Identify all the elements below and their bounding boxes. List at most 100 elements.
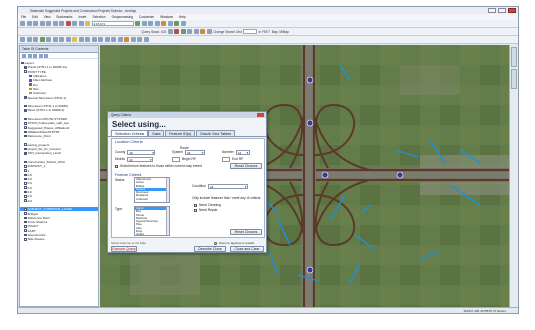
close-and-clear-button[interactable]: Close and Clear bbox=[230, 246, 264, 252]
reset-feature-button[interactable]: Reset Choices bbox=[230, 229, 262, 235]
close-button[interactable] bbox=[508, 8, 516, 13]
search-icon[interactable] bbox=[154, 21, 160, 26]
query-run-icon[interactable] bbox=[180, 29, 186, 34]
layer-visibility-checkbox[interactable] bbox=[24, 96, 27, 99]
layer-visibility-checkbox[interactable] bbox=[24, 70, 27, 74]
menu-customize[interactable]: Customize bbox=[139, 15, 154, 19]
zoom-radio[interactable] bbox=[214, 241, 217, 245]
query-zoom-icon[interactable] bbox=[206, 29, 212, 34]
new-icon[interactable] bbox=[20, 21, 25, 26]
listbox-option[interactable]: Outlet bbox=[135, 233, 169, 235]
layer-visibility-checkbox[interactable] bbox=[24, 173, 27, 177]
describe-close-button[interactable]: Describe Close bbox=[194, 246, 226, 252]
county-select[interactable]: All bbox=[127, 150, 156, 155]
back-extent-icon[interactable] bbox=[59, 37, 64, 42]
dialog-close-button[interactable] bbox=[257, 113, 264, 117]
select-elements-icon[interactable] bbox=[85, 37, 90, 42]
cut-icon[interactable] bbox=[46, 21, 51, 26]
status-listbox[interactable]: Abandoned Active Bridge Closed Removed Replac… bbox=[134, 177, 170, 203]
layer-visibility-checkbox[interactable] bbox=[24, 177, 27, 181]
layer-visibility-checkbox[interactable] bbox=[24, 164, 27, 168]
arctoolbox-icon[interactable] bbox=[161, 21, 166, 26]
pan-icon[interactable] bbox=[33, 37, 38, 42]
save-icon[interactable] bbox=[33, 21, 38, 26]
list-by-source-icon[interactable] bbox=[27, 53, 32, 58]
menu-help[interactable]: Help bbox=[179, 15, 186, 19]
search-dock-tab[interactable] bbox=[511, 69, 517, 89]
tab-oracle-geo-tables[interactable]: Oracle Geo Tables bbox=[195, 130, 236, 136]
need-cleaning-checkbox[interactable] bbox=[194, 203, 197, 207]
district-select[interactable]: All bbox=[127, 157, 154, 162]
listbox-scrollbar[interactable] bbox=[166, 178, 169, 202]
layer-visibility-checkbox[interactable] bbox=[24, 160, 27, 164]
menu-selection[interactable]: Selection bbox=[92, 15, 105, 19]
fixed-zoom-out-icon[interactable] bbox=[52, 37, 58, 42]
zoom-in-icon[interactable] bbox=[20, 37, 25, 42]
menu-insert[interactable]: Insert bbox=[78, 15, 86, 19]
fixed-zoom-in-icon[interactable] bbox=[46, 37, 51, 42]
map-scale-input[interactable]: 1:15,971 bbox=[91, 21, 134, 26]
zoom-out-icon[interactable] bbox=[26, 37, 32, 42]
number-select[interactable]: All bbox=[235, 150, 250, 155]
menu-windows[interactable]: Windows bbox=[160, 15, 173, 19]
route-icon[interactable] bbox=[124, 37, 129, 42]
layer-visibility-checkbox[interactable] bbox=[24, 195, 27, 198]
layer-visibility-checkbox[interactable] bbox=[24, 212, 27, 215]
type-listbox[interactable]: Apron Box Flume Manhole Special Structure Pip… bbox=[134, 206, 170, 236]
full-extent-icon[interactable] bbox=[39, 37, 45, 42]
menu-file[interactable]: File bbox=[21, 15, 26, 19]
table-icon[interactable] bbox=[141, 21, 147, 26]
layer-visibility-checkbox[interactable] bbox=[24, 190, 27, 194]
minimize-button[interactable] bbox=[488, 8, 496, 13]
goto-xy-icon[interactable] bbox=[130, 37, 136, 42]
layer-visibility-checkbox[interactable] bbox=[24, 233, 27, 237]
execute-query-button[interactable]: Execute Query bbox=[111, 246, 137, 252]
identify-icon[interactable] bbox=[91, 37, 97, 42]
list-by-visibility-icon[interactable] bbox=[33, 53, 37, 58]
maximize-button[interactable] bbox=[498, 8, 506, 13]
python-icon[interactable] bbox=[167, 21, 173, 26]
begin-rp-input[interactable] bbox=[172, 157, 180, 162]
tab-feature-ids[interactable]: Feature ID(s) bbox=[164, 130, 196, 136]
hyperlink-icon[interactable] bbox=[98, 37, 103, 42]
list-by-drawing-order-icon[interactable] bbox=[22, 53, 26, 58]
undo-icon[interactable] bbox=[72, 21, 77, 26]
paste-icon[interactable] bbox=[59, 21, 64, 26]
print-icon[interactable] bbox=[39, 21, 45, 26]
layer-visibility-checkbox[interactable] bbox=[24, 216, 27, 220]
menu-edit[interactable]: Edit bbox=[32, 15, 38, 19]
query-forward-icon[interactable] bbox=[193, 29, 199, 34]
layer-visibility-checkbox[interactable] bbox=[24, 126, 27, 129]
open-icon[interactable] bbox=[26, 21, 32, 26]
system-select[interactable]: All bbox=[185, 150, 205, 155]
select-features-icon[interactable] bbox=[72, 37, 77, 42]
map-extent-checkbox[interactable] bbox=[115, 164, 118, 168]
layer-visibility-checkbox[interactable] bbox=[24, 152, 27, 155]
layer-visibility-checkbox[interactable] bbox=[24, 220, 27, 224]
delete-icon[interactable] bbox=[65, 21, 71, 26]
layer-visibility-checkbox[interactable] bbox=[24, 238, 27, 241]
layer-visibility-checkbox[interactable] bbox=[24, 207, 27, 211]
viewer-icon[interactable] bbox=[143, 37, 149, 42]
menu-geoprocessing[interactable]: Geoprocessing bbox=[112, 15, 133, 19]
query-clear-icon[interactable] bbox=[174, 29, 180, 34]
clear-selection-icon[interactable] bbox=[78, 37, 84, 42]
find-icon[interactable] bbox=[117, 37, 123, 42]
time-slider-icon[interactable] bbox=[137, 37, 142, 42]
search-distance-input[interactable] bbox=[243, 29, 258, 34]
need-repair-checkbox[interactable] bbox=[194, 208, 197, 212]
listbox-option[interactable]: Unknown bbox=[135, 197, 169, 201]
layer-visibility-checkbox[interactable] bbox=[24, 169, 27, 172]
end-rp-input[interactable] bbox=[222, 157, 230, 162]
editor-icon[interactable] bbox=[135, 21, 140, 26]
layer-visibility-checkbox[interactable] bbox=[24, 182, 27, 185]
layer-visibility-checkbox[interactable] bbox=[24, 109, 27, 112]
toc-layer-item[interactable]: Side Routes bbox=[20, 237, 98, 241]
add-data-icon[interactable] bbox=[85, 21, 90, 26]
help-icon[interactable] bbox=[180, 21, 186, 26]
layer-visibility-checkbox[interactable] bbox=[24, 66, 27, 69]
layer-visibility-checkbox[interactable] bbox=[24, 225, 27, 228]
reset-location-button[interactable]: Reset Choices bbox=[230, 163, 262, 169]
menu-view[interactable]: View bbox=[44, 15, 51, 19]
redo-icon[interactable] bbox=[78, 21, 84, 26]
